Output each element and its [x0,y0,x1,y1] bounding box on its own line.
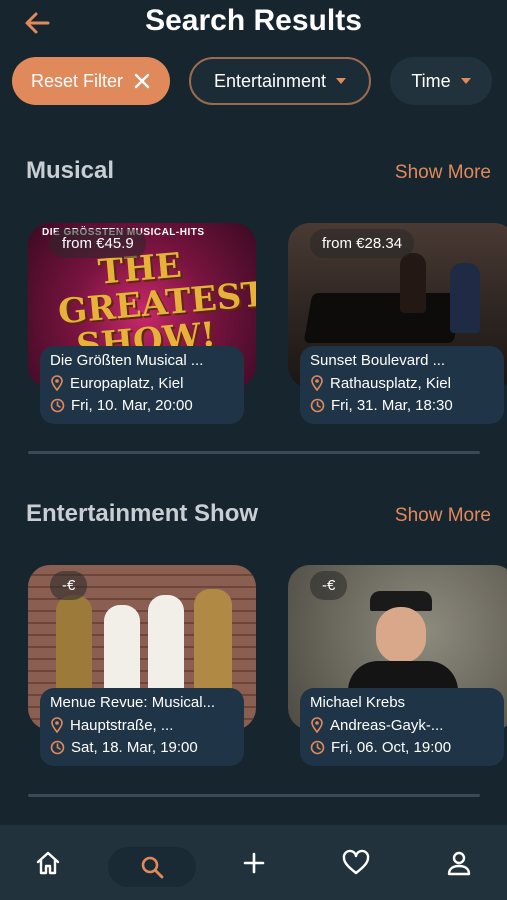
price-badge: from €45.9 [50,229,146,258]
price-badge: -€ [50,571,88,600]
search-icon [141,856,164,879]
time-filter-dropdown[interactable]: Time [390,57,492,105]
entertainment-filter-label: Entertainment [213,70,327,91]
header: Search Results [0,0,507,50]
chevron-down-icon [336,78,347,84]
location-pin-icon [51,717,63,733]
bottom-tab-bar [0,825,507,900]
tab-home[interactable] [28,843,68,883]
person-shape [400,253,426,313]
event-date: Fri, 10. Mar, 20:00 [71,396,193,414]
event-date: Fri, 06. Oct, 19:00 [331,738,452,756]
event-title: Sunset Boulevard ... [310,352,446,369]
person-shape [148,595,184,695]
event-date: Fri, 31. Mar, 18:30 [331,396,453,414]
section-title-entertainment-show: Entertainment Show [26,500,259,527]
home-icon [36,851,60,875]
event-card[interactable]: DIE GRÖSSTEN MUSICAL-HITS THE GREATEST S… [28,223,256,424]
entertainment-filter-dropdown[interactable]: Entertainment [189,57,371,105]
tab-favorites[interactable] [336,843,376,883]
time-filter-label: Time [411,70,451,91]
event-date: Sat, 18. Mar, 19:00 [71,738,198,756]
chevron-down-icon [460,78,471,84]
tab-profile[interactable] [439,843,479,883]
person-shape [450,263,480,333]
clock-icon [50,398,65,412]
event-info-panel: Die Größten Musical ... Europaplatz, Kie… [40,346,244,424]
event-location: Andreas-Gayk-... [330,716,444,734]
event-location: Europaplatz, Kiel [70,374,184,392]
event-info-panel: Menue Revue: Musical... Hauptstraße, ...… [40,688,244,766]
event-title: Michael Krebs [310,694,406,711]
event-card[interactable]: -€ Michael Krebs Andreas-Gayk-... Fri, 0… [288,565,507,766]
tab-create[interactable] [234,843,274,883]
clock-icon [50,740,65,754]
face-shape [376,607,426,663]
location-pin-icon [51,375,63,391]
show-more-entertainment-button[interactable]: Show More [395,505,491,527]
event-title: Menue Revue: Musical... [50,694,216,711]
piano-shape [303,293,463,343]
event-location: Hauptstraße, ... [70,716,174,734]
event-info-panel: Michael Krebs Andreas-Gayk-... Fri, 06. … [300,688,504,766]
page-title: Search Results [145,4,362,37]
reset-filter-label: Reset Filter [30,70,124,91]
person-shape [194,589,232,699]
event-title: Die Größten Musical ... [50,352,204,369]
heart-icon [342,849,370,875]
filter-bar: Reset Filter Entertainment Time [12,57,507,105]
price-badge: from €28.34 [310,229,415,258]
location-pin-icon [311,717,323,733]
tab-search[interactable] [132,847,172,887]
clock-icon [310,398,325,412]
section-divider [28,794,480,797]
event-info-panel: Sunset Boulevard ... Rathausplatz, Kiel … [300,346,504,424]
close-icon [134,73,150,89]
event-card[interactable]: from €28.34 Sunset Boulevard ... Rathaus… [288,223,507,424]
section-title-musical: Musical [26,157,115,184]
show-more-musical-button[interactable]: Show More [395,162,491,184]
person-shape [56,595,92,695]
price-badge: -€ [310,571,348,600]
reset-filter-button[interactable]: Reset Filter [12,57,170,105]
event-location: Rathausplatz, Kiel [330,374,451,392]
event-card[interactable]: -€ Menue Revue: Musical... Hauptstraße, … [28,565,256,766]
location-pin-icon [311,375,323,391]
section-divider [28,451,480,454]
plus-icon [243,852,265,874]
user-icon [447,851,471,876]
clock-icon [310,740,325,754]
